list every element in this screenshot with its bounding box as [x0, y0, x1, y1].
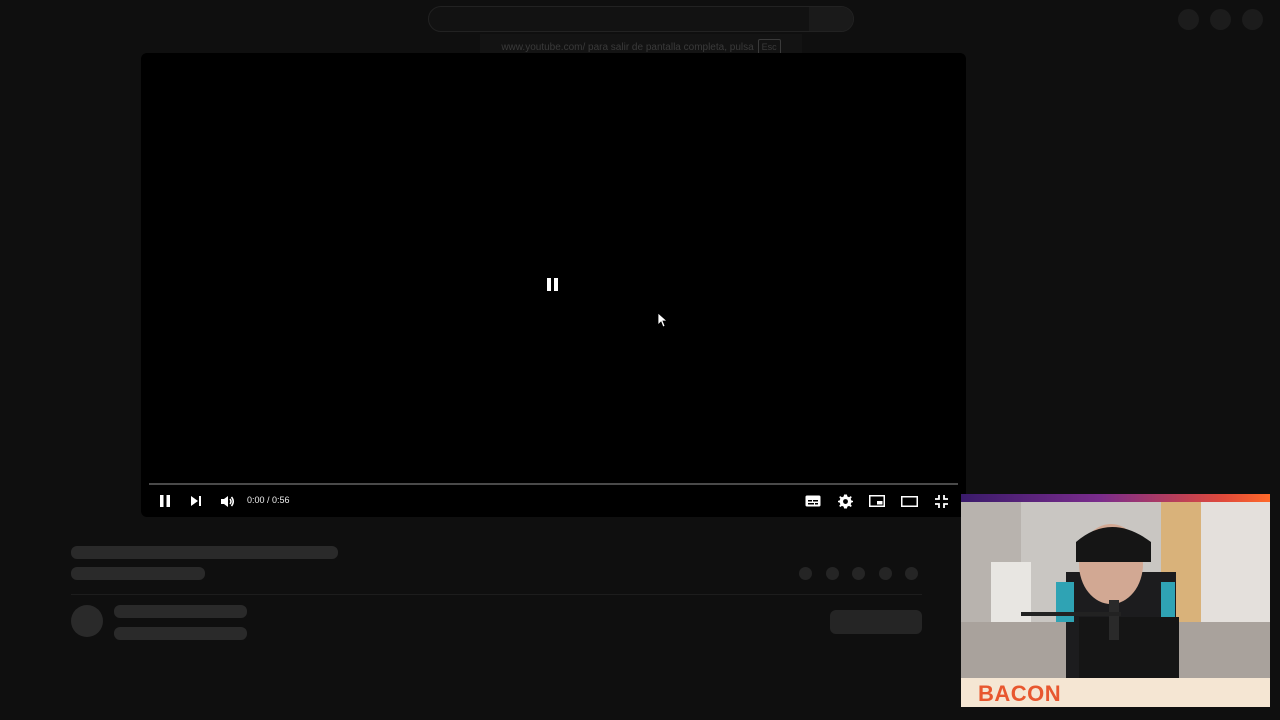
pause-button[interactable]: [150, 488, 180, 514]
search-bar-skeleton[interactable]: [428, 6, 854, 32]
topbar-icon-skeleton[interactable]: [1178, 9, 1199, 30]
action-skeleton[interactable]: [879, 567, 892, 580]
theater-mode-icon: [900, 495, 918, 507]
channel-subs-skeleton: [114, 627, 247, 640]
player-controls: 0:00 / 0:56: [149, 488, 958, 514]
miniplayer-icon: [869, 495, 885, 507]
miniplayer-button[interactable]: [862, 488, 892, 514]
action-skeleton[interactable]: [852, 567, 865, 580]
subtitles-button[interactable]: [798, 488, 828, 514]
pause-icon: [160, 495, 170, 507]
video-meta-skeleton: [71, 567, 205, 580]
streamer-name: BACON: [978, 681, 1062, 706]
channel-name-skeleton: [114, 605, 247, 618]
topbar-icon-skeleton[interactable]: [1210, 9, 1231, 30]
channel-avatar-skeleton[interactable]: [71, 605, 103, 637]
streamer-name-banner: BACON: [961, 678, 1270, 707]
video-title-skeleton: [71, 546, 338, 559]
search-button-skeleton[interactable]: [809, 7, 853, 31]
divider: [71, 594, 922, 595]
fullscreen-button[interactable]: [926, 488, 956, 514]
time-display: 0:00 / 0:56: [247, 495, 290, 505]
webcam-feed: [961, 502, 1270, 678]
action-skeleton[interactable]: [905, 567, 918, 580]
next-icon: [191, 496, 201, 506]
volume-icon: [220, 495, 234, 507]
settings-button[interactable]: [830, 488, 860, 514]
webcam-accent-bar: [961, 494, 1270, 502]
theater-mode-button[interactable]: [894, 488, 924, 514]
progress-bar[interactable]: [149, 483, 958, 485]
fullscreen-notice-text: www.youtube.com/ para salir de pantalla …: [501, 41, 754, 53]
mouse-cursor-icon: [658, 313, 668, 328]
webcam-overlay: BACON: [961, 494, 1270, 707]
subtitles-icon: [805, 495, 821, 507]
settings-icon: [837, 493, 853, 509]
volume-button[interactable]: [212, 488, 242, 514]
action-skeleton[interactable]: [826, 567, 839, 580]
subscribe-button-skeleton[interactable]: [830, 610, 922, 634]
center-pause-icon: [547, 278, 558, 291]
avatar-skeleton[interactable]: [1242, 9, 1263, 30]
fullscreen-exit-icon: [934, 494, 948, 508]
action-skeleton[interactable]: [799, 567, 812, 580]
next-button[interactable]: [181, 488, 211, 514]
